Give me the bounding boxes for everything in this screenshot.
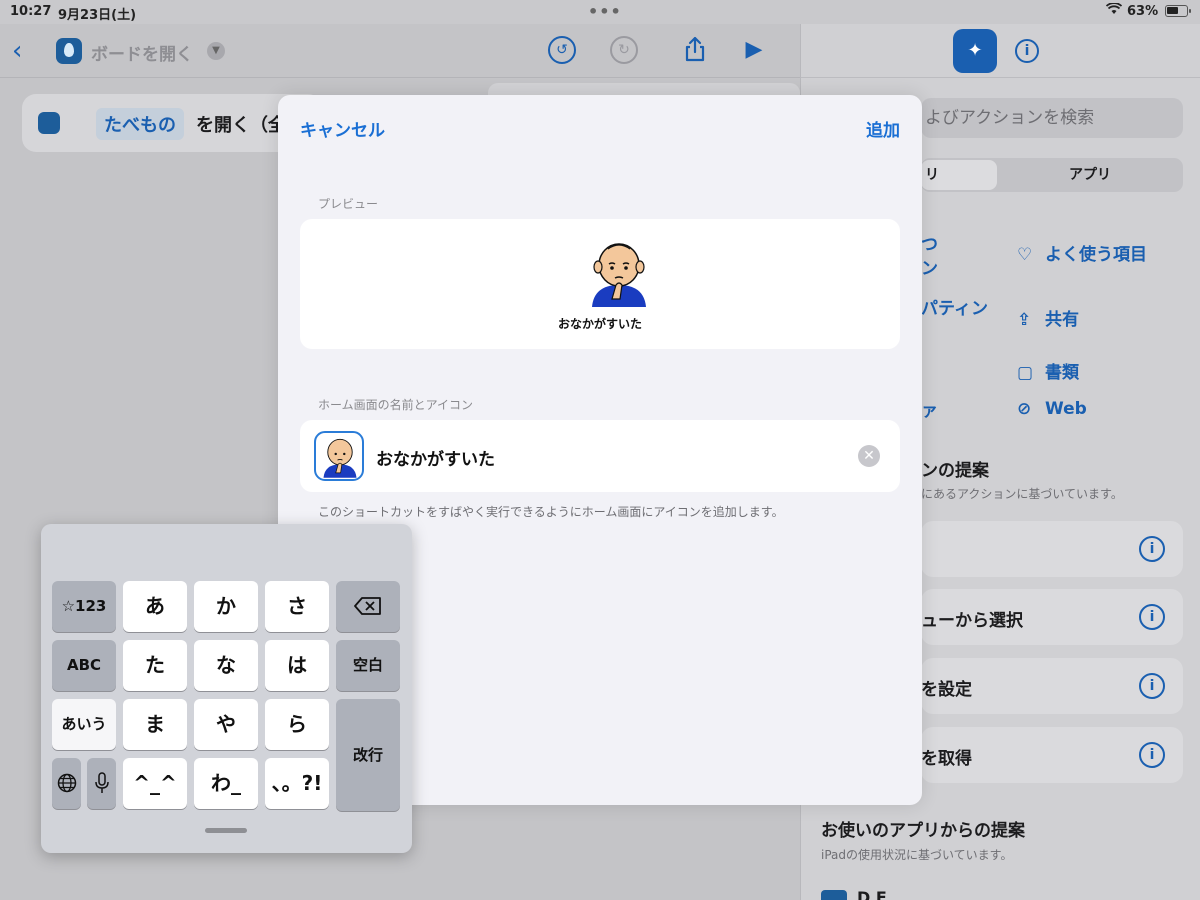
- info-icon[interactable]: i: [1139, 742, 1165, 768]
- key-abc[interactable]: ABC: [52, 640, 116, 691]
- status-date: 9月23日(土): [58, 8, 137, 23]
- key-ha[interactable]: は: [265, 640, 329, 691]
- key-na[interactable]: な: [194, 640, 258, 691]
- microphone-icon[interactable]: [87, 758, 116, 809]
- key-punctuation[interactable]: 、。?!: [265, 758, 329, 809]
- app-suggestions-subtitle: iPadの使用状況に基づいています。: [821, 848, 1013, 862]
- home-screen-name-input[interactable]: おなかがすいた: [376, 445, 495, 470]
- suggested-action-row[interactable]: i: [921, 521, 1183, 577]
- category-sharing[interactable]: ⇪ 共有: [1017, 305, 1079, 330]
- share-icon[interactable]: [681, 36, 709, 64]
- category-fragment[interactable]: パティン: [921, 294, 988, 319]
- name-icon-card: おなかがすいた ✕: [300, 420, 900, 492]
- space-key[interactable]: 空白: [336, 640, 400, 691]
- home-icon-thumbnail[interactable]: [314, 431, 364, 481]
- category-favorites[interactable]: ♡ よく使う項目: [1017, 240, 1147, 265]
- cancel-button[interactable]: キャンセル: [300, 116, 385, 141]
- shortcut-title[interactable]: ボードを開く: [91, 40, 193, 65]
- key-sa[interactable]: さ: [265, 581, 329, 632]
- category-label: 共有: [1045, 310, 1079, 330]
- clear-text-icon[interactable]: ✕: [858, 445, 880, 467]
- key-wa[interactable]: わ_: [194, 758, 258, 809]
- add-button[interactable]: 追加: [866, 116, 900, 141]
- app-suggestions-title: お使いのアプリからの提案: [821, 821, 1025, 841]
- segment-categories[interactable]: リ: [921, 160, 997, 190]
- board-app-icon: [56, 38, 82, 64]
- document-icon: ▢: [1017, 363, 1034, 383]
- category-fragment[interactable]: つ: [921, 230, 938, 255]
- back-chevron-icon[interactable]: ‹: [12, 36, 22, 66]
- key-a[interactable]: あ: [123, 581, 187, 632]
- undo-icon[interactable]: ↺: [548, 36, 576, 64]
- keyboard-drag-handle[interactable]: [205, 828, 247, 833]
- preview-caption: おなかがすいた: [557, 317, 642, 331]
- chevron-down-icon[interactable]: ▼: [207, 42, 225, 60]
- key-ra[interactable]: ら: [265, 699, 329, 750]
- info-icon[interactable]: i: [1015, 39, 1039, 63]
- info-icon[interactable]: i: [1139, 536, 1165, 562]
- floating-keyboard: ☆123 あ か さ ABC た な は 空白 あいう ま や ら 改行 ^_^…: [41, 524, 412, 853]
- app-icon[interactable]: [821, 890, 847, 900]
- category-documents[interactable]: ▢ 書類: [1017, 358, 1079, 383]
- key-numbers[interactable]: ☆123: [52, 581, 116, 632]
- home-screen-hint: このショートカットをすばやく実行できるようにホーム画面にアイコンを追加します。: [318, 505, 784, 519]
- category-label: Web: [1045, 399, 1087, 419]
- preview-card: おなかがすいた: [300, 219, 900, 349]
- backspace-key[interactable]: [336, 581, 400, 632]
- hungry-pictogram: [587, 238, 651, 308]
- compass-icon: ⊘: [1017, 399, 1032, 419]
- key-ta[interactable]: た: [123, 640, 187, 691]
- action-search-input[interactable]: よびアクションを検索: [921, 98, 1183, 138]
- key-ma[interactable]: ま: [123, 699, 187, 750]
- category-fragment[interactable]: ン: [921, 254, 938, 279]
- open-board-action[interactable]: たべもの を開く（全画: [22, 94, 322, 152]
- category-label: よく使う項目: [1045, 245, 1147, 265]
- key-aiu[interactable]: あいう: [52, 699, 116, 750]
- panel-toolbar: ✦ i: [801, 24, 1200, 78]
- category-label: 書類: [1045, 363, 1079, 383]
- wifi-icon: [1105, 2, 1123, 19]
- status-bar: 10:27 9月23日(土) ••• 63%: [0, 0, 1200, 24]
- suggested-action-label: ューから選択: [921, 611, 1023, 631]
- board-action-icon: [38, 112, 60, 134]
- editor-toolbar: ‹ ボードを開く ▼ ↺ ↻ ▶: [0, 24, 800, 78]
- key-ya[interactable]: や: [194, 699, 258, 750]
- multitasking-dots[interactable]: •••: [588, 2, 622, 21]
- suggested-action-label: を取得: [921, 749, 972, 769]
- info-icon[interactable]: i: [1139, 604, 1165, 630]
- battery-icon: [1165, 5, 1191, 17]
- name-icon-label: ホーム画面の名前とアイコン: [318, 398, 474, 412]
- heart-icon: ♡: [1017, 245, 1033, 265]
- return-key[interactable]: 改行: [336, 699, 400, 811]
- segment-apps[interactable]: アプリ: [997, 158, 1183, 192]
- redo-icon[interactable]: ↻: [610, 36, 638, 64]
- board-token[interactable]: たべもの: [96, 108, 184, 140]
- suggested-action-row[interactable]: ューから選択 i: [921, 589, 1183, 645]
- share-icon: ⇪: [1017, 310, 1032, 330]
- suggestions-subtitle: にあるアクションに基づいています。: [921, 487, 1123, 501]
- category-fragment[interactable]: ァ: [921, 396, 938, 421]
- suggestions-title: ンの提案: [921, 461, 989, 481]
- preview-label: プレビュー: [318, 197, 379, 211]
- play-icon[interactable]: ▶: [740, 36, 768, 64]
- action-library-icon[interactable]: ✦: [953, 29, 997, 73]
- key-emoticon[interactable]: ^_^: [123, 758, 187, 809]
- globe-icon[interactable]: [52, 758, 81, 809]
- category-segmented-control[interactable]: リ アプリ: [921, 158, 1183, 192]
- suggested-action-row[interactable]: を設定 i: [921, 658, 1183, 714]
- info-icon[interactable]: i: [1139, 673, 1165, 699]
- battery-percent: 63%: [1127, 4, 1159, 19]
- suggested-action-label: を設定: [921, 680, 972, 700]
- key-ka[interactable]: か: [194, 581, 258, 632]
- suggested-action-row[interactable]: を取得 i: [921, 727, 1183, 783]
- status-time: 10:27: [10, 4, 52, 19]
- category-web[interactable]: ⊘ Web: [1017, 399, 1087, 419]
- app-name[interactable]: D E: [857, 888, 887, 900]
